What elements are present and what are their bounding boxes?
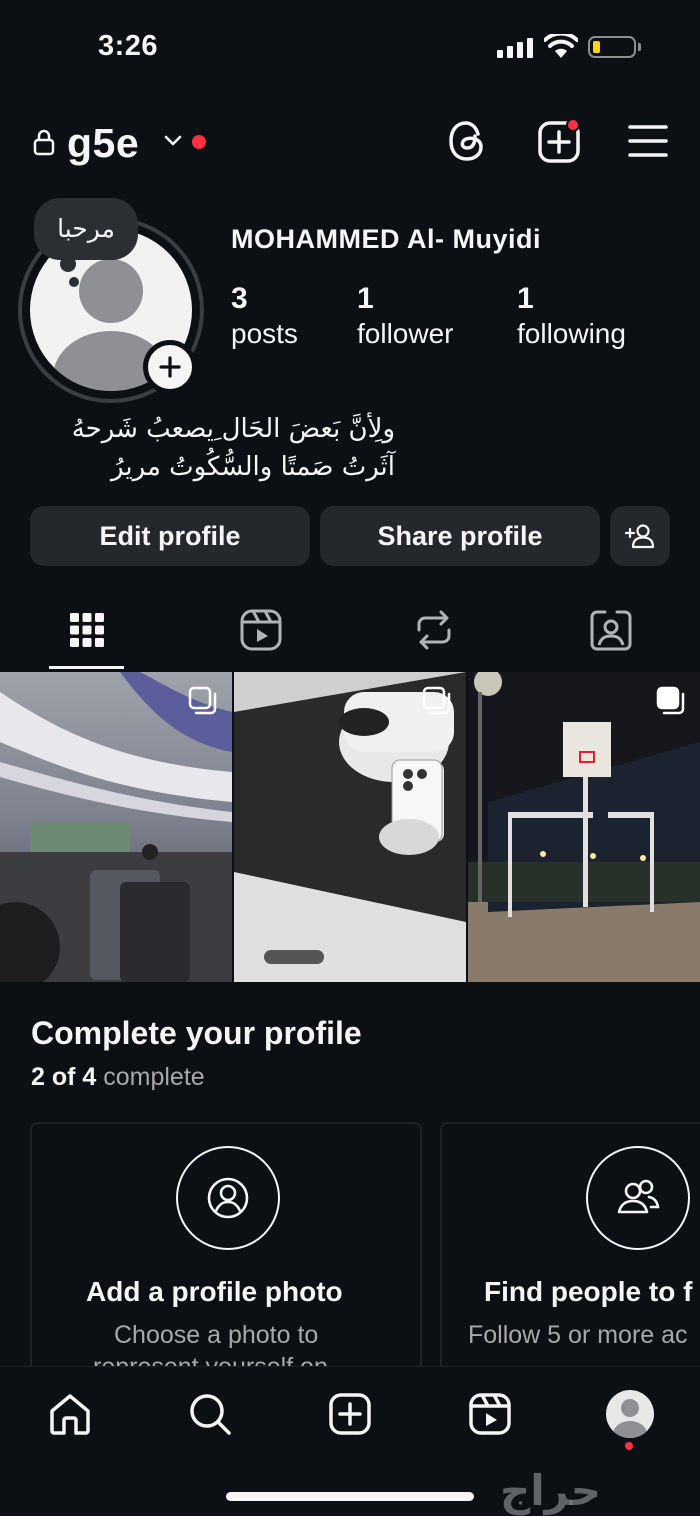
card-title: Add a profile photo — [86, 1276, 343, 1307]
nav-reels[interactable] — [462, 1386, 518, 1442]
progress-done: 2 of 4 — [31, 1063, 97, 1091]
stat-label: following — [517, 318, 626, 349]
stat-followers[interactable]: 1 follower — [357, 282, 453, 350]
progress-rest: complete — [103, 1063, 205, 1091]
complete-profile-progress: 2 of 4 complete — [31, 1063, 205, 1092]
card-subtitle: Choose a photo to — [114, 1321, 319, 1349]
stat-value: 3 — [231, 282, 248, 315]
status-bar: 3:26 — [0, 0, 700, 96]
threads-icon[interactable] — [446, 118, 490, 169]
nav-profile[interactable] — [602, 1386, 658, 1442]
add-profile-photo-card[interactable]: Add a profile photo Choose a photo to re… — [30, 1122, 422, 1382]
people-icon — [586, 1146, 690, 1250]
nav-create[interactable] — [322, 1386, 378, 1442]
nav-home[interactable] — [42, 1386, 98, 1442]
search-icon — [190, 1394, 231, 1435]
stat-value: 1 — [517, 282, 534, 315]
tab-reels[interactable] — [223, 604, 299, 656]
home-icon — [50, 1394, 90, 1435]
bio-line: آثَرتُ صَمتًا والسُّكُوتُ مريرُ — [111, 452, 395, 482]
note-tail — [69, 277, 79, 287]
discover-people-button[interactable] — [610, 506, 670, 566]
find-people-card[interactable]: Find people to f Follow 5 or more ac — [440, 1122, 700, 1382]
profile-photo-icon — [176, 1146, 280, 1250]
stat-following[interactable]: 1 following — [517, 282, 626, 350]
post-thumbnail[interactable] — [0, 672, 232, 982]
full-name: MOHAMMED Al- Muyidi — [231, 224, 541, 254]
notification-dot — [192, 135, 206, 149]
reels-icon — [469, 1393, 511, 1435]
wifi-icon — [543, 31, 579, 65]
lock-icon — [32, 128, 56, 161]
plus-icon — [159, 356, 181, 378]
share-profile-button[interactable]: Share profile — [320, 506, 600, 566]
home-indicator[interactable] — [226, 1492, 474, 1501]
tab-reposts[interactable] — [396, 604, 472, 656]
complete-profile-title: Complete your profile — [31, 1015, 362, 1051]
create-icon — [329, 1393, 371, 1435]
edit-profile-button[interactable]: Edit profile — [30, 506, 310, 566]
watermark-logo: حراج — [500, 1466, 602, 1515]
add-profile-photo-button[interactable] — [143, 340, 197, 394]
stat-posts[interactable]: 3 posts — [231, 282, 298, 350]
battery-icon — [588, 36, 636, 58]
card-subtitle: Follow 5 or more ac — [468, 1321, 688, 1349]
tab-grid[interactable] — [49, 604, 125, 656]
signal-icon — [497, 38, 533, 58]
add-person-icon — [625, 524, 655, 549]
profile-avatar — [606, 1390, 654, 1438]
profile-notification-dot — [625, 1442, 633, 1450]
tagged-icon — [590, 610, 632, 651]
post-thumbnail[interactable] — [234, 672, 466, 982]
menu-icon[interactable] — [628, 123, 668, 164]
reels-icon — [240, 609, 282, 651]
stat-value: 1 — [357, 282, 374, 315]
post-thumbnail[interactable] — [468, 672, 700, 982]
stat-label: follower — [357, 318, 454, 349]
nav-search[interactable] — [182, 1386, 238, 1442]
username-switcher[interactable]: g5e — [67, 120, 139, 167]
note-bubble[interactable]: مرحبا — [34, 198, 138, 260]
tab-active-indicator — [49, 666, 124, 669]
multi-post-icon — [656, 686, 685, 715]
create-notification-dot — [566, 118, 580, 132]
bio: ولِأنَّ بَعضَ الحَال ِيصعبُ شَرحهُ آثَرت… — [72, 410, 395, 486]
battery-cap — [638, 43, 641, 51]
tab-tagged[interactable] — [573, 604, 649, 656]
chevron-down-icon[interactable] — [163, 134, 183, 153]
stat-label: posts — [231, 318, 298, 349]
reposts-icon — [417, 610, 451, 650]
multi-post-icon — [422, 686, 451, 715]
note-tail — [60, 256, 76, 272]
status-time: 3:26 — [98, 30, 159, 62]
grid-icon — [70, 613, 104, 647]
bio-line: ولِأنَّ بَعضَ الحَال ِيصعبُ شَرحهُ — [71, 414, 395, 444]
card-title: Find people to f — [484, 1276, 693, 1307]
multi-post-icon — [188, 686, 217, 715]
